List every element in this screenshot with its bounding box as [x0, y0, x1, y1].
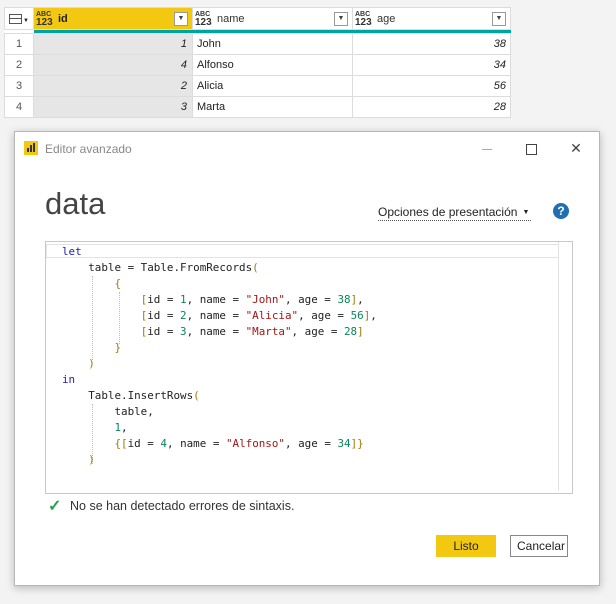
chevron-down-icon: ▼: [23, 17, 29, 24]
type-any-icon[interactable]: ABC 123: [195, 11, 212, 28]
column-title: name: [217, 12, 245, 25]
column-header-id[interactable]: ABC 123 id ▼: [33, 7, 193, 30]
cell-age[interactable]: 34: [352, 54, 511, 76]
code-editor[interactable]: let table = Table.FromRecords( { [id = 1…: [45, 241, 573, 494]
cell-name[interactable]: John: [192, 33, 353, 55]
code-line[interactable]: [id = 2, name = "Alicia", age = 56],: [62, 308, 377, 324]
filter-dropdown-button[interactable]: ▼: [334, 11, 348, 26]
cell-id[interactable]: 3: [33, 96, 193, 118]
cell-id[interactable]: 1: [33, 33, 193, 55]
row-number[interactable]: 3: [4, 75, 34, 97]
filter-dropdown-button[interactable]: ▼: [492, 11, 506, 26]
table-icon: [9, 13, 23, 24]
cell-id[interactable]: 2: [33, 75, 193, 97]
advanced-editor-dialog: Editor avanzado ✕ data Opciones de prese…: [14, 131, 600, 586]
data-grid: ▼ ABC 123 id ▼ ABC 123 name ▼ ABC 123 ag…: [4, 7, 511, 118]
table-row[interactable]: 3 2 Alicia 56: [4, 75, 511, 97]
code-line[interactable]: let: [62, 244, 377, 260]
table-row[interactable]: 2 4 Alfonso 34: [4, 54, 511, 76]
code-line[interactable]: {: [62, 276, 377, 292]
maximize-icon: [525, 143, 537, 155]
cell-name[interactable]: Alicia: [192, 75, 353, 97]
cell-id[interactable]: 4: [33, 54, 193, 76]
display-options-dropdown[interactable]: Opciones de presentación ▼: [378, 205, 532, 221]
row-number[interactable]: 1: [4, 33, 34, 55]
power-bi-icon: [24, 141, 38, 155]
column-title: age: [377, 12, 396, 25]
code-line[interactable]: {[id = 4, name = "Alfonso", age = 34]}: [62, 436, 377, 452]
table-menu-button[interactable]: ▼: [4, 7, 34, 30]
cell-name[interactable]: Marta: [192, 96, 353, 118]
chevron-down-icon: ▼: [522, 209, 530, 216]
chevron-down-icon: ▼: [337, 14, 345, 22]
column-title: id: [58, 12, 68, 25]
filter-dropdown-button[interactable]: ▼: [174, 11, 188, 26]
column-header-age[interactable]: ABC 123 age ▼: [352, 7, 511, 30]
code-line[interactable]: in: [62, 372, 377, 388]
help-icon[interactable]: ?: [553, 203, 569, 219]
checkmark-icon: ✓: [48, 498, 62, 515]
display-options-label: Opciones de presentación: [378, 205, 518, 219]
code-line[interactable]: Table.InsertRows(: [62, 388, 377, 404]
vertical-scrollbar[interactable]: [558, 242, 572, 491]
code-text[interactable]: let table = Table.FromRecords( { [id = 1…: [62, 244, 377, 468]
table-row[interactable]: 4 3 Marta 28: [4, 96, 511, 118]
code-line[interactable]: [id = 3, name = "Marta", age = 28]: [62, 324, 377, 340]
table-row[interactable]: 1 1 John 38: [4, 33, 511, 55]
type-any-icon[interactable]: ABC 123: [355, 11, 372, 28]
code-line[interactable]: table,: [62, 404, 377, 420]
code-line[interactable]: [id = 1, name = "John", age = 38],: [62, 292, 377, 308]
code-line[interactable]: 1,: [62, 420, 377, 436]
status-text: No se han detectado errores de sintaxis.: [70, 499, 295, 513]
chevron-down-icon: ▼: [495, 14, 503, 22]
row-number[interactable]: 4: [4, 96, 34, 118]
syntax-status: ✓ No se han detectado errores de sintaxi…: [48, 496, 294, 516]
query-name: data: [45, 186, 106, 221]
cell-age[interactable]: 56: [352, 75, 511, 97]
done-button[interactable]: Listo: [436, 535, 496, 557]
code-line[interactable]: table = Table.FromRecords(: [62, 260, 377, 276]
cell-age[interactable]: 28: [352, 96, 511, 118]
close-button[interactable]: ✕: [566, 138, 586, 158]
minimize-icon: [482, 148, 492, 150]
minimize-button[interactable]: [477, 138, 497, 158]
dialog-title: Editor avanzado: [45, 142, 132, 156]
close-icon: ✕: [570, 140, 582, 156]
row-number[interactable]: 2: [4, 54, 34, 76]
code-line[interactable]: ): [62, 452, 377, 468]
title-bar[interactable]: Editor avanzado ✕: [15, 132, 599, 164]
cancel-button[interactable]: Cancelar: [510, 535, 568, 557]
cell-name[interactable]: Alfonso: [192, 54, 353, 76]
code-line[interactable]: }: [62, 340, 377, 356]
type-any-icon[interactable]: ABC 123: [36, 11, 53, 28]
maximize-button[interactable]: [521, 138, 541, 158]
cell-age[interactable]: 38: [352, 33, 511, 55]
code-line[interactable]: ): [62, 356, 377, 372]
chevron-down-icon: ▼: [177, 14, 185, 22]
column-header-name[interactable]: ABC 123 name ▼: [192, 7, 353, 30]
